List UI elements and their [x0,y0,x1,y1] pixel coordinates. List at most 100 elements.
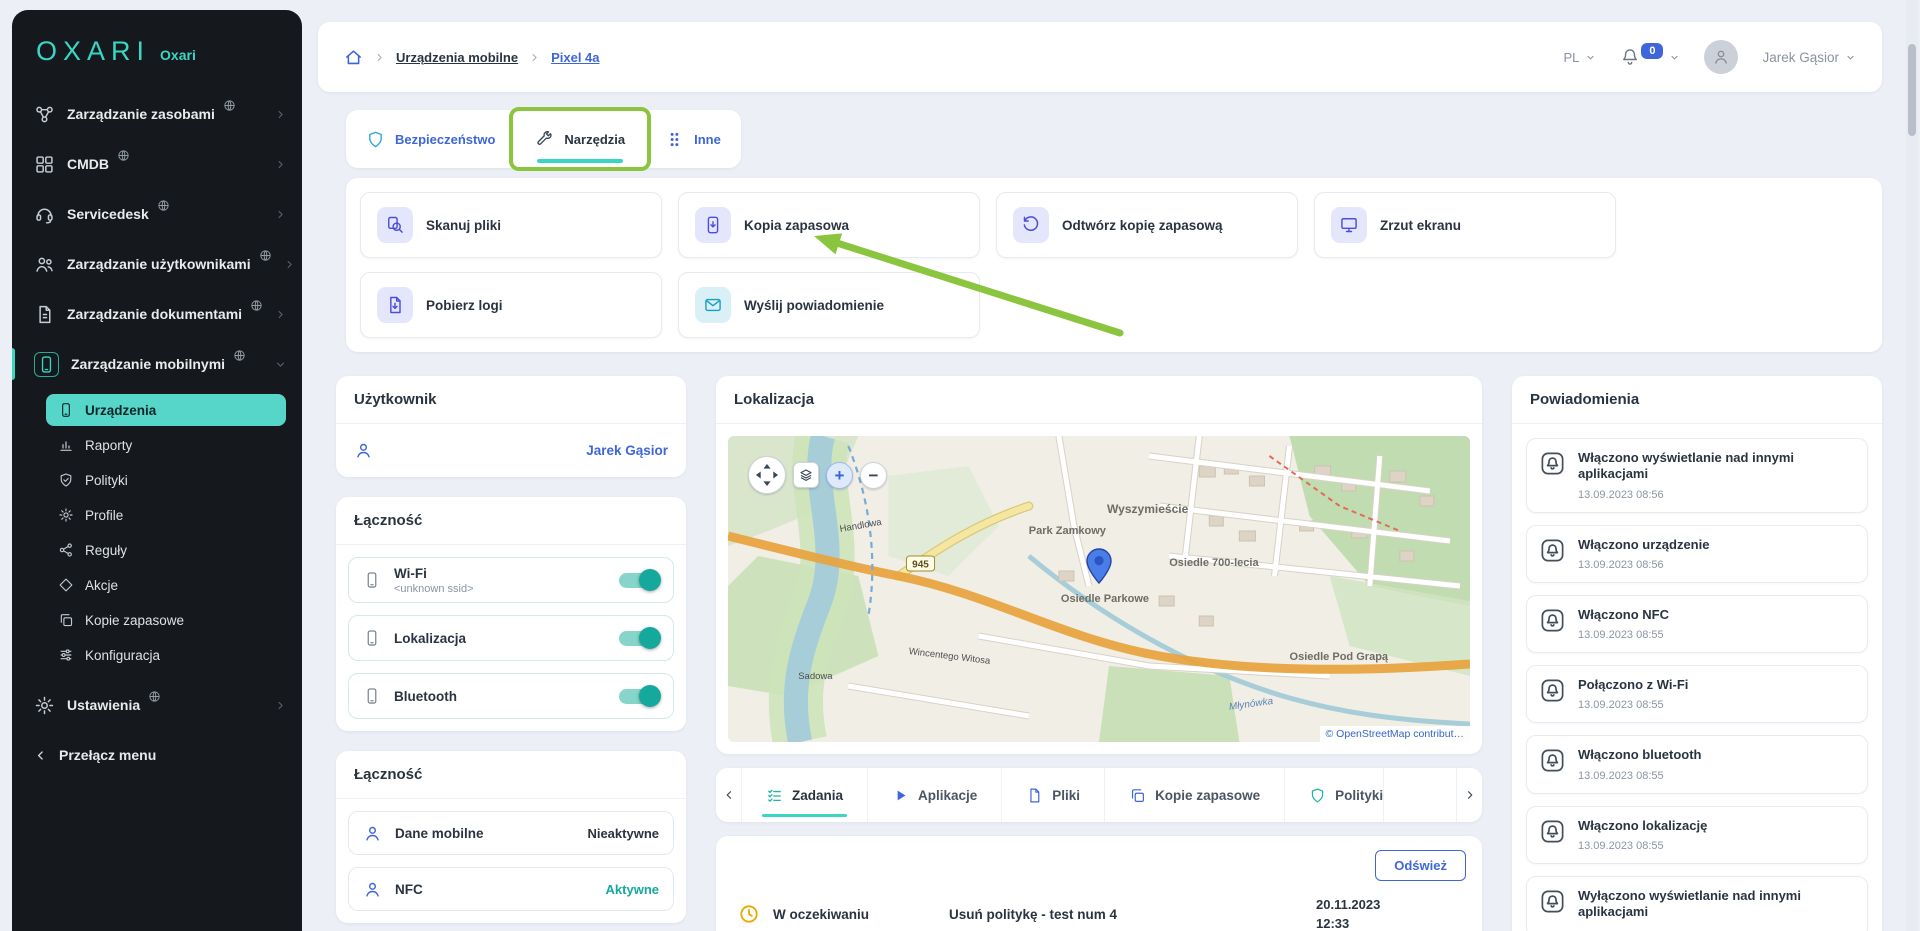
scrollbar-thumb[interactable] [1908,44,1916,136]
connectivity-status-rows: Dane mobilne Nieaktywne NFC Aktywne [336,799,686,923]
sidebar-item-konfiguracja[interactable]: Konfiguracja [46,639,286,671]
task-title: Usuń politykę - test num 4 [949,907,1316,922]
map-attribution[interactable]: © OpenStreetMap contribut… [1320,726,1470,742]
tab-narzedzia[interactable]: Narzędzia [515,110,645,168]
breadcrumb-link-pixel-4a[interactable]: Pixel 4a [551,50,599,65]
breadcrumb-link-urzadzenia-mobilne[interactable]: Urządzenia mobilne [396,50,518,65]
notification-bell-icon [1539,450,1566,477]
globe-badge-icon [250,299,263,312]
tools-row: Pobierz logi Wyślij powiadomienie [360,272,1868,338]
tool-label: Zrzut ekranu [1380,218,1461,233]
location-toggle[interactable] [619,631,659,646]
notification-time: 13.09.2023 08:55 [1578,629,1669,641]
map-label-osiedle-700-lecia: Osiedle 700-lecia [1169,557,1259,569]
notification-text: Połączono z Wi-Fi [1578,677,1688,693]
sidebar-item-label: Ustawienia [67,697,140,713]
tool-label: Kopia zapasowa [744,218,849,233]
tab-bezpieczenstwo[interactable]: Bezpieczeństwo [346,110,515,168]
refresh-button[interactable]: Odśwież [1375,850,1466,881]
collapse-menu-button[interactable]: Przełącz menu [12,730,302,780]
notification-item[interactable]: Wyłączono wyświetlanie nad innymi aplika… [1526,876,1868,931]
tab-label: Inne [694,132,721,147]
tool-wyslij-powiadomienie[interactable]: Wyślij powiadomienie [678,272,980,338]
globe-badge-icon [157,199,170,212]
tool-label: Pobierz logi [426,298,503,313]
map-marker-icon[interactable] [1086,548,1112,584]
users-icon [34,254,55,275]
map-layers-button[interactable] [793,462,819,488]
globe-badge-icon [223,99,236,112]
tool-kopia-zapasowa[interactable]: Kopia zapasowa [678,192,980,258]
map-pan-control[interactable] [748,456,786,494]
bluetooth-row: Bluetooth [348,673,674,719]
page-scrollbar[interactable] [1906,0,1918,931]
report-chart-icon [58,437,74,453]
tabs-scroll-right-button[interactable] [1456,768,1482,822]
sidebar-item-raporty[interactable]: Raporty [46,429,286,461]
wifi-toggle[interactable] [619,573,659,588]
sidebar-item-reguly[interactable]: Reguły [46,534,286,566]
notification-item[interactable]: Połączono z Wi-Fi13.09.2023 08:55 [1526,665,1868,723]
sidebar-item-zarzadzanie-dokumentami[interactable]: Zarządzanie dokumentami [12,289,302,339]
header-actions: PL 0 Jarek Gąsior [1563,40,1856,74]
sliders-icon [58,647,74,663]
tools-row: Skanuj pliki Kopia zapasowa Odtwórz kopi… [360,192,1868,258]
bluetooth-toggle[interactable] [619,689,659,704]
notification-item[interactable]: Włączono lokalizację13.09.2023 08:55 [1526,806,1868,864]
sidebar-item-zarzadzanie-uzytkownikami[interactable]: Zarządzanie użytkownikami [12,239,302,289]
tool-skanuj-pliki[interactable]: Skanuj pliki [360,192,662,258]
tab-label: Aplikacje [918,788,977,803]
tool-zrzut-ekranu[interactable]: Zrzut ekranu [1314,192,1616,258]
notification-bell-icon [1539,747,1566,774]
home-icon[interactable] [344,48,363,67]
tab-polityki[interactable]: Polityki [1285,768,1384,822]
tool-odtworz-kopie-zapasowa[interactable]: Odtwórz kopię zapasową [996,192,1298,258]
device-icon [58,402,74,418]
map-zoom-in-button[interactable]: + [826,462,853,489]
tab-zadania[interactable]: Zadania [742,768,868,822]
tab-label: Zadania [792,788,843,803]
notification-text: Wyłączono wyświetlanie nad innymi aplika… [1578,888,1855,921]
notifications-button[interactable]: 0 [1620,47,1680,67]
compass-arrows-icon [752,460,782,490]
sidebar-item-zarzadzanie-mobilnymi[interactable]: Zarządzanie mobilnymi [12,339,302,389]
user-menu[interactable]: Jarek Gąsior [1762,50,1856,65]
sidebar-item-profile[interactable]: Profile [46,499,286,531]
notification-bell-icon [1539,818,1566,845]
tab-aplikacje[interactable]: Aplikacje [868,768,1002,822]
chevron-right-icon [529,52,540,63]
tool-pobierz-logi[interactable]: Pobierz logi [360,272,662,338]
gear-icon [58,507,74,523]
sidebar-item-servicedesk[interactable]: Servicedesk [12,189,302,239]
user-link[interactable]: Jarek Gąsior [586,443,668,458]
tool-label: Odtwórz kopię zapasową [1062,218,1223,233]
sidebar-item-polityki[interactable]: Polityki [46,464,286,496]
tab-inne[interactable]: Inne [645,110,741,168]
sidebar-submenu-mobilnymi: Urządzenia Raporty Polityki Profile Regu… [12,389,302,680]
notification-item[interactable]: Włączono wyświetlanie nad innymi aplikac… [1526,438,1868,513]
notification-item[interactable]: Włączono urządzenie13.09.2023 08:56 [1526,525,1868,583]
tool-label: Wyślij powiadomienie [744,298,884,313]
sidebar-item-zarzadzanie-zasobami[interactable]: Zarządzanie zasobami [12,89,302,139]
wifi-ssid-label: <unknown ssid> [394,583,474,595]
sidebar-item-cmdb[interactable]: CMDB [12,139,302,189]
notification-item[interactable]: Włączono bluetooth13.09.2023 08:55 [1526,735,1868,793]
language-selector[interactable]: PL [1563,50,1596,65]
map[interactable]: Wyszymieście Park Zamkowy Osiedle Parkow… [728,436,1470,742]
tab-pliki[interactable]: Pliki [1002,768,1105,822]
map-route-badge: 945 [912,560,929,571]
sidebar-item-urzadzenia[interactable]: Urządzenia [46,394,286,426]
device-section-tabs: Bezpieczeństwo Narzędzia Inne [346,110,741,168]
mobile-data-label: Dane mobilne [395,826,484,841]
avatar[interactable] [1704,40,1738,74]
tabs-scroll-left-button[interactable] [716,768,742,822]
sidebar-item-kopie-zapasowe[interactable]: Kopie zapasowe [46,604,286,636]
grid-dots-icon [665,130,684,149]
notification-item[interactable]: Włączono NFC13.09.2023 08:55 [1526,595,1868,653]
sidebar-item-ustawienia[interactable]: Ustawienia [12,680,302,730]
map-zoom-out-button[interactable]: − [860,462,887,489]
sidebar-item-akcje[interactable]: Akcje [46,569,286,601]
task-time: 12:33 [1316,916,1349,931]
task-row[interactable]: W oczekiwaniu Usuń politykę - test num 4… [732,897,1466,931]
tab-kopie-zapasowe[interactable]: Kopie zapasowe [1105,768,1285,822]
